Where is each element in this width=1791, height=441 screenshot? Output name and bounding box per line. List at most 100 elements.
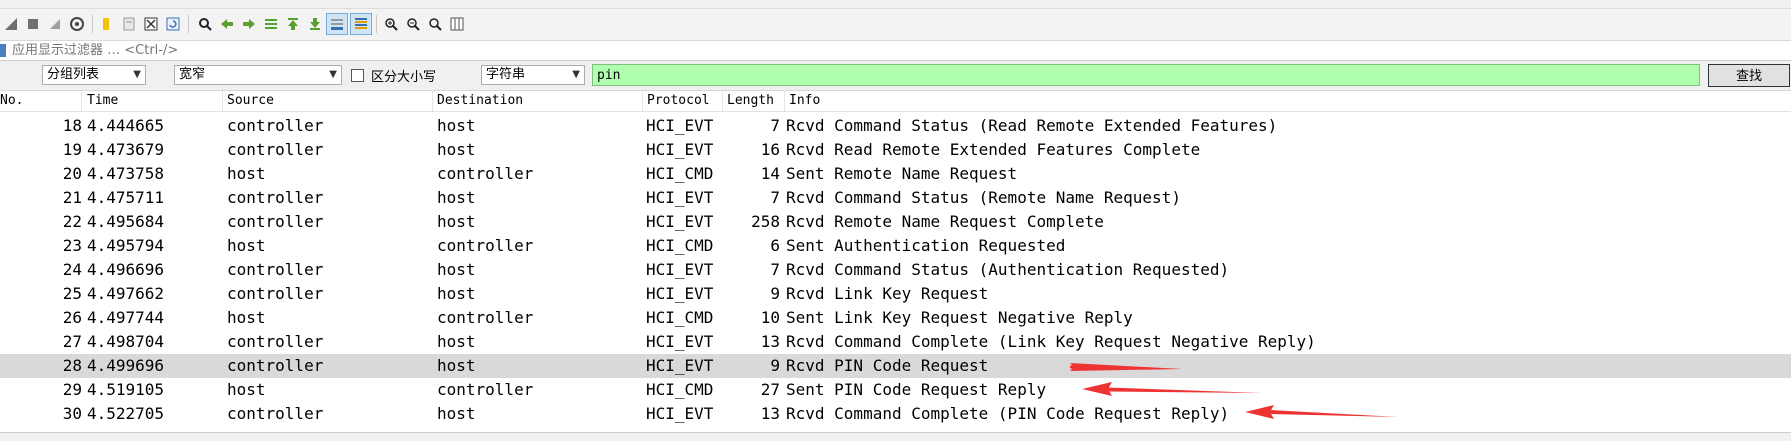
column-header-source[interactable]: Source [223, 91, 433, 111]
open-file-icon[interactable] [96, 13, 118, 35]
packet-row[interactable]: 24 4.496696 controller host HCI_EVT 7 Rcvd Com… [0, 258, 1791, 282]
cell-time: 4.444665 [87, 116, 165, 135]
case-sensitive-label: 区分大小写 [371, 70, 437, 85]
shark-fin-start-icon[interactable] [0, 13, 22, 35]
packet-row[interactable]: 25 4.497662 controller host HCI_EVT 9 Rcvd Lin… [0, 282, 1791, 306]
cell-time: 4.522705 [87, 404, 165, 423]
cell-length: 16 [760, 140, 780, 159]
cell-protocol: HCI_EVT [646, 140, 714, 159]
cell-length: 27 [760, 380, 780, 399]
filter-bookmark-icon[interactable] [0, 44, 6, 57]
cell-no: 30 [62, 404, 82, 423]
cell-time: 4.473758 [87, 164, 165, 183]
packet-row[interactable]: 22 4.495684 controller host HCI_EVT 258 Rcvd R… [0, 210, 1791, 234]
packet-row[interactable]: 27 4.498704 controller host HCI_EVT 13 Rcvd Co… [0, 330, 1791, 354]
auto-scroll-icon[interactable] [326, 13, 348, 35]
packet-row[interactable]: 19 4.473679 controller host HCI_EVT 16 Rcvd Re… [0, 138, 1791, 162]
go-back-arrow-icon[interactable] [216, 13, 238, 35]
cell-destination: controller [437, 164, 534, 183]
cell-time: 4.473679 [87, 140, 165, 159]
cell-source: host [227, 308, 266, 327]
zoom-out-icon[interactable] [402, 13, 424, 35]
case-sensitive-checkbox[interactable] [351, 69, 364, 82]
column-header-no[interactable]: No. [0, 91, 82, 111]
find-button[interactable]: 查找 [1708, 64, 1790, 87]
cell-protocol: HCI_CMD [646, 164, 714, 183]
colorize-packet-list-icon[interactable] [350, 13, 372, 35]
column-header-destination[interactable]: Destination [433, 91, 643, 111]
cell-info: Sent PIN Code Request Reply [786, 380, 1047, 399]
cell-destination: host [437, 212, 476, 231]
display-filter-bar [0, 41, 1791, 61]
cell-source: controller [227, 188, 324, 207]
char-width-select[interactable]: 宽窄 ▼ [174, 65, 342, 85]
find-packet-bar: 分组列表 ▼ 宽窄 ▼ 区分大小写 字符串 ▼ 查找 [0, 61, 1791, 91]
cell-protocol: HCI_EVT [646, 188, 714, 207]
search-type-select[interactable]: 字符串 ▼ [481, 65, 585, 85]
cell-time: 4.499696 [87, 356, 165, 375]
cell-source: controller [227, 140, 324, 159]
cell-no: 20 [62, 164, 82, 183]
search-scope-select[interactable]: 分组列表 ▼ [42, 65, 146, 85]
packet-row[interactable]: 23 4.495794 host controller HCI_CMD 6 Sent Aut… [0, 234, 1791, 258]
cell-no: 22 [62, 212, 82, 231]
cell-no: 28 [62, 356, 82, 375]
cell-time: 4.496696 [87, 260, 165, 279]
go-forward-arrow-icon[interactable] [238, 13, 260, 35]
cell-protocol: HCI_CMD [646, 308, 714, 327]
menu-bar [0, 0, 1791, 9]
find-packet-icon[interactable] [194, 13, 216, 35]
packet-row[interactable]: 29 4.519105 host controller HCI_CMD 27 Sent PI… [0, 378, 1791, 402]
packet-row[interactable]: 18 4.444665 controller host HCI_EVT 7 Rcvd Com… [0, 114, 1791, 138]
cell-protocol: HCI_EVT [646, 356, 714, 375]
packet-row[interactable]: 26 4.497744 host controller HCI_CMD 10 Sent Li… [0, 306, 1791, 330]
packet-list-header: No. Time Source Destination Protocol Len… [0, 91, 1791, 112]
cell-source: host [227, 380, 266, 399]
cell-protocol: HCI_EVT [646, 332, 714, 351]
go-to-last-packet-icon[interactable] [304, 13, 326, 35]
column-header-length[interactable]: Length [723, 91, 785, 111]
capture-options-gear-icon[interactable] [66, 13, 88, 35]
cell-no: 21 [62, 188, 82, 207]
packet-row[interactable]: 20 4.473758 host controller HCI_CMD 14 Sent Re… [0, 162, 1791, 186]
cell-info: Rcvd Command Complete (PIN Code Request … [786, 404, 1230, 423]
cell-no: 27 [62, 332, 82, 351]
resize-columns-icon[interactable] [446, 13, 468, 35]
chevron-down-icon: ▼ [329, 69, 337, 80]
packet-row[interactable]: 21 4.475711 controller host HCI_EVT 7 Rcvd Com… [0, 186, 1791, 210]
restart-capture-icon[interactable] [44, 13, 66, 35]
stop-capture-icon[interactable] [22, 13, 44, 35]
cell-destination: host [437, 332, 476, 351]
column-header-protocol[interactable]: Protocol [643, 91, 723, 111]
cell-destination: controller [437, 236, 534, 255]
packet-row[interactable]: 28 4.499696 controller host HCI_EVT 9 Rcvd PIN… [0, 354, 1791, 378]
cell-no: 25 [62, 284, 82, 303]
cell-protocol: HCI_EVT [646, 116, 714, 135]
column-header-time[interactable]: Time [83, 91, 223, 111]
cell-length: 9 [770, 284, 780, 303]
go-to-packet-icon[interactable] [260, 13, 282, 35]
normal-size-icon[interactable] [424, 13, 446, 35]
chevron-down-icon: ▼ [572, 69, 580, 80]
cell-time: 4.498704 [87, 332, 165, 351]
column-header-info[interactable]: Info [785, 91, 1791, 111]
display-filter-input[interactable] [12, 41, 1782, 60]
cell-source: host [227, 236, 266, 255]
cell-info: Sent Link Key Request Negative Reply [786, 308, 1133, 327]
reload-icon[interactable] [162, 13, 184, 35]
cell-destination: controller [437, 308, 534, 327]
zoom-in-icon[interactable] [380, 13, 402, 35]
go-to-first-packet-icon[interactable] [282, 13, 304, 35]
chevron-down-icon: ▼ [133, 69, 141, 80]
close-file-icon[interactable] [140, 13, 162, 35]
cell-protocol: HCI_EVT [646, 404, 714, 423]
cell-protocol: HCI_CMD [646, 380, 714, 399]
cell-info: Rcvd Link Key Request [786, 284, 989, 303]
cell-destination: host [437, 356, 476, 375]
packet-row[interactable]: 30 4.522705 controller host HCI_EVT 13 Rcvd Co… [0, 402, 1791, 426]
search-text-input[interactable] [592, 64, 1700, 86]
cell-source: controller [227, 404, 324, 423]
cell-source: controller [227, 116, 324, 135]
cell-length: 9 [770, 356, 780, 375]
save-file-icon[interactable] [118, 13, 140, 35]
